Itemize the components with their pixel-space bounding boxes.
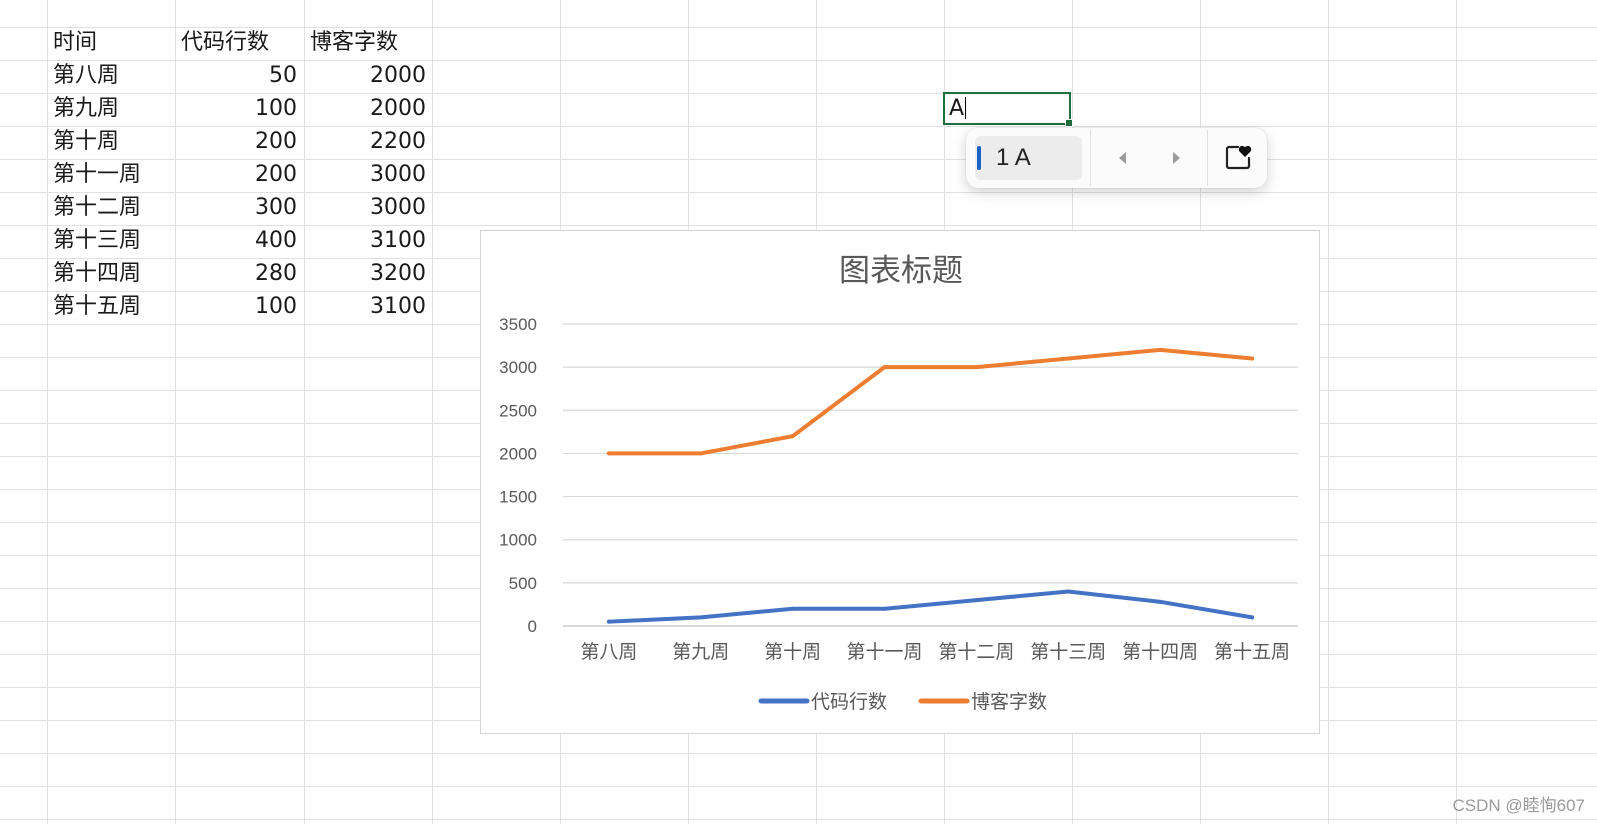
- table-cell[interactable]: 400: [175, 225, 303, 258]
- table-cell[interactable]: 2000: [304, 60, 432, 93]
- data-point[interactable]: [790, 606, 795, 611]
- table-cell[interactable]: 100: [175, 291, 303, 324]
- series-line-1[interactable]: [606, 347, 1255, 456]
- data-point[interactable]: [1066, 589, 1071, 594]
- table-cell[interactable]: 3100: [304, 225, 432, 258]
- table-cell[interactable]: 300: [175, 192, 303, 225]
- data-point[interactable]: [606, 619, 611, 624]
- table-cell[interactable]: 3100: [304, 291, 432, 324]
- table-header-cell[interactable]: 代码行数: [175, 27, 303, 60]
- data-point[interactable]: [698, 615, 703, 620]
- y-tick-label: 0: [528, 617, 537, 636]
- line-chart[interactable]: 图表标题 0 500 1000 1500 2000 2500 3000 3500 第八周 第九周 第十…: [480, 230, 1320, 734]
- table-cell[interactable]: 50: [175, 60, 303, 93]
- table-header-cell[interactable]: 时间: [47, 27, 175, 60]
- data-point[interactable]: [1066, 356, 1071, 361]
- ime-candidate-popup: 1 A: [966, 128, 1267, 188]
- y-tick-label: 2000: [499, 444, 537, 463]
- y-tick-label: 1500: [499, 488, 537, 507]
- fill-handle[interactable]: [1065, 119, 1073, 127]
- y-tick-label: 500: [509, 574, 537, 593]
- table-cell[interactable]: 100: [175, 93, 303, 126]
- table-cell[interactable]: 第九周: [47, 93, 175, 126]
- watermark: CSDN @睦恂607: [1452, 796, 1585, 815]
- text-caret: [965, 97, 967, 119]
- data-point[interactable]: [1158, 599, 1163, 604]
- data-point[interactable]: [790, 434, 795, 439]
- ime-candidate-label: 1 A: [996, 144, 1031, 171]
- x-tick-label: 第十三周: [1030, 641, 1106, 663]
- table-cell[interactable]: 200: [175, 126, 303, 159]
- table-cell[interactable]: 3200: [304, 258, 432, 291]
- selection-indicator: [977, 146, 981, 170]
- table-cell[interactable]: 280: [175, 258, 303, 291]
- data-point[interactable]: [1250, 356, 1255, 361]
- y-tick-label: 2500: [499, 401, 537, 420]
- data-point[interactable]: [882, 606, 887, 611]
- table-cell[interactable]: 3000: [304, 159, 432, 192]
- table-cell[interactable]: 第十一周: [47, 159, 175, 192]
- caret-right-icon[interactable]: [1166, 148, 1186, 168]
- data-point[interactable]: [882, 365, 887, 370]
- x-tick-label: 第十二周: [938, 641, 1014, 663]
- legend-label: 代码行数: [811, 691, 887, 713]
- caret-left-icon[interactable]: [1113, 148, 1133, 168]
- chart-title: 图表标题: [839, 253, 963, 289]
- divider: [1207, 130, 1208, 186]
- table-cell[interactable]: 3000: [304, 192, 432, 225]
- x-tick-label: 第十五周: [1214, 641, 1290, 663]
- ime-candidate-1[interactable]: 1 A: [975, 136, 1082, 180]
- table-cell[interactable]: 第十四周: [47, 258, 175, 291]
- table-cell[interactable]: 第八周: [47, 60, 175, 93]
- legend-label: 博客字数: [971, 691, 1047, 713]
- y-tick-label: 3500: [499, 315, 537, 334]
- x-tick-label: 第十一周: [847, 641, 923, 663]
- table-cell[interactable]: 2000: [304, 93, 432, 126]
- table-cell[interactable]: 第十二周: [47, 192, 175, 225]
- data-point[interactable]: [974, 598, 979, 603]
- x-tick-label: 第九周: [672, 641, 729, 663]
- active-cell-value: A: [949, 96, 965, 121]
- active-cell-editor[interactable]: A: [943, 92, 1073, 127]
- divider: [1090, 130, 1091, 186]
- x-tick-label: 第十四周: [1122, 641, 1198, 663]
- table-cell[interactable]: 2200: [304, 126, 432, 159]
- data-point[interactable]: [606, 451, 611, 456]
- table-cell[interactable]: 第十五周: [47, 291, 175, 324]
- y-tick-label: 3000: [499, 358, 537, 377]
- data-point[interactable]: [1158, 347, 1163, 352]
- data-point[interactable]: [698, 451, 703, 456]
- heart-bookmark-icon[interactable]: [1222, 141, 1254, 173]
- x-tick-label: 第八周: [580, 641, 637, 663]
- table-cell[interactable]: 第十三周: [47, 225, 175, 258]
- series-line-0[interactable]: [606, 589, 1255, 624]
- data-point[interactable]: [1250, 615, 1255, 620]
- data-point[interactable]: [974, 365, 979, 370]
- x-tick-label: 第十周: [764, 641, 821, 663]
- table-cell[interactable]: 第十周: [47, 126, 175, 159]
- table-cell[interactable]: 200: [175, 159, 303, 192]
- table-header-cell[interactable]: 博客字数: [304, 27, 432, 60]
- y-tick-label: 1000: [499, 531, 537, 550]
